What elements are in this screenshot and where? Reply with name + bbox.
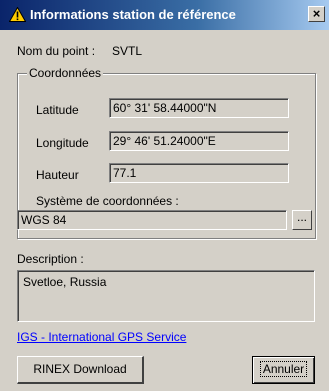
title-bar[interactable]: Informations station de référence ×: [0, 0, 329, 30]
igs-link[interactable]: IGS - International GPS Service: [17, 330, 186, 344]
latitude-field[interactable]: 60° 31' 58.44000"N: [109, 98, 289, 118]
cancel-label: Annuler: [259, 361, 308, 377]
point-name-value: SVTL: [112, 44, 143, 58]
description-label: Description :: [17, 252, 84, 266]
close-button[interactable]: ×: [308, 6, 325, 22]
cancel-button[interactable]: Annuler: [252, 356, 315, 384]
close-icon: ×: [312, 6, 321, 21]
longitude-label: Longitude: [36, 136, 89, 150]
window-title: Informations station de référence: [30, 7, 236, 22]
coordinate-system-label: Système de coordonnées :: [36, 194, 179, 208]
warning-icon: [9, 7, 26, 22]
longitude-field[interactable]: 29° 46' 51.24000"E: [109, 131, 289, 151]
latitude-label: Latitude: [36, 103, 79, 117]
point-name-label: Nom du point :: [17, 44, 96, 58]
height-label: Hauteur: [36, 168, 79, 182]
coordinate-system-field[interactable]: WGS 84: [17, 210, 287, 230]
coordinates-legend: Coordonnées: [27, 66, 104, 80]
description-field[interactable]: Svetloe, Russia: [17, 270, 315, 322]
rinex-download-label: RINEX Download: [33, 362, 127, 376]
height-field[interactable]: 77.1: [109, 163, 289, 183]
rinex-download-button[interactable]: RINEX Download: [17, 356, 144, 384]
coordinate-system-browse-button[interactable]: ...: [292, 210, 312, 230]
